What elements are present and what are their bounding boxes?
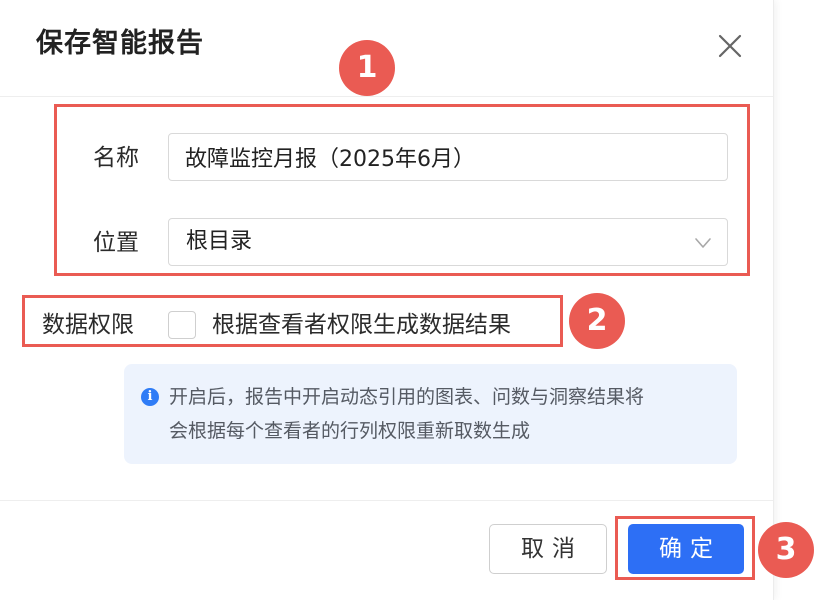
screen: 保存智能报告 名称 位置 根目录 数据权限 根据查看者权限生成 xyxy=(0,0,820,600)
annotation-badge-3: 3 xyxy=(758,522,814,578)
chevron-down-icon xyxy=(693,233,713,257)
info-text-line-1: 开启后，报告中开启动态引用的图表、问数与洞察结果将 xyxy=(169,386,645,408)
cancel-button[interactable]: 取消 xyxy=(489,524,607,574)
name-input[interactable] xyxy=(168,133,728,181)
dialog-title: 保存智能报告 xyxy=(36,28,204,59)
annotation-badge-1: 1 xyxy=(339,40,395,96)
info-icon: i xyxy=(141,388,159,406)
info-text-line-2: 会根据每个查看者的行列权限重新取数生成 xyxy=(169,420,531,442)
info-notice: i 开启后，报告中开启动态引用的图表、问数与洞察结果将 会根据每个查看者的行列权… xyxy=(124,364,737,464)
info-text: 开启后，报告中开启动态引用的图表、问数与洞察结果将 会根据每个查看者的行列权限重… xyxy=(169,380,724,448)
permission-checkbox-label[interactable]: 根据查看者权限生成数据结果 xyxy=(212,310,511,340)
location-select-value: 根目录 xyxy=(186,229,253,254)
close-button[interactable] xyxy=(712,28,748,64)
close-icon xyxy=(718,34,742,58)
save-report-dialog: 保存智能报告 名称 位置 根目录 数据权限 根据查看者权限生成 xyxy=(0,0,774,600)
location-select[interactable]: 根目录 xyxy=(168,218,728,266)
confirm-button[interactable]: 确定 xyxy=(628,524,744,574)
permission-checkbox[interactable] xyxy=(168,311,196,339)
annotation-badge-2: 2 xyxy=(569,293,625,349)
name-label: 名称 xyxy=(93,145,139,171)
location-label: 位置 xyxy=(93,230,139,256)
permission-label: 数据权限 xyxy=(42,312,134,338)
